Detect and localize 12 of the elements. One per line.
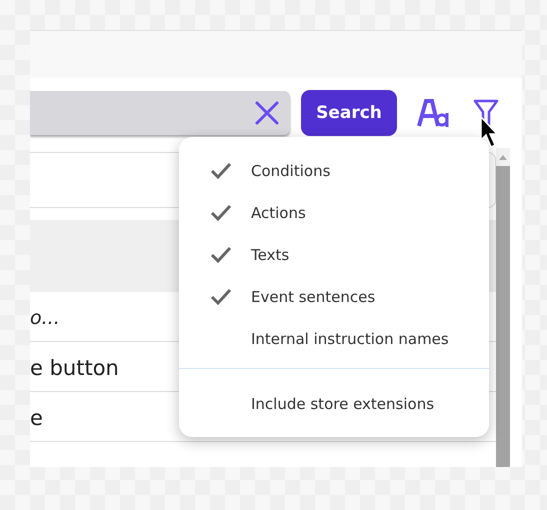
filter-icon[interactable]: [473, 99, 499, 127]
search-button[interactable]: Search: [301, 90, 397, 136]
search-field[interactable]: [30, 91, 290, 135]
menu-item[interactable]: Texts: [179, 234, 489, 276]
menu-item[interactable]: Internal instruction names: [179, 318, 489, 360]
close-icon[interactable]: [254, 100, 280, 126]
menu-item[interactable]: Event sentences: [179, 276, 489, 318]
menu-item[interactable]: Conditions: [179, 150, 489, 192]
menu-item[interactable]: Include store extensions: [179, 383, 489, 425]
menu-item[interactable]: Actions: [179, 192, 489, 234]
scrollbar[interactable]: [496, 148, 510, 467]
font-icon[interactable]: [417, 99, 449, 127]
